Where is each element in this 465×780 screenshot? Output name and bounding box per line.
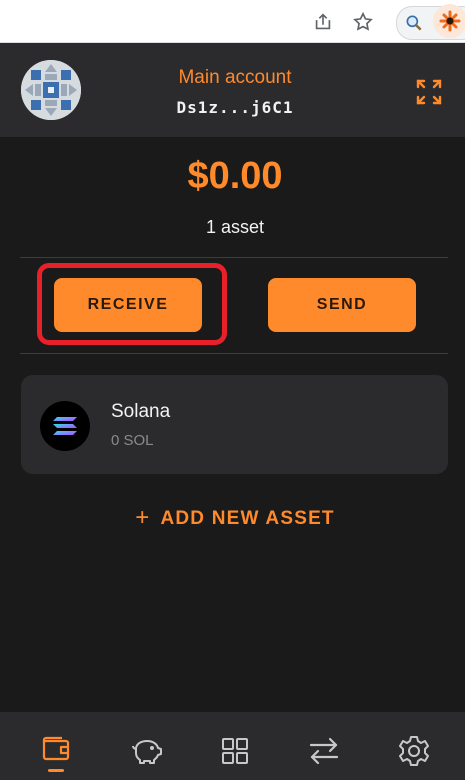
total-balance: $0.00 <box>187 155 283 197</box>
browser-toolbar <box>0 0 465 43</box>
magnifier-icon <box>406 15 422 31</box>
gear-icon[interactable] <box>397 734 431 768</box>
extension-logo-icon[interactable] <box>433 4 465 38</box>
piggy-bank-icon[interactable] <box>129 734 163 768</box>
account-address[interactable]: Ds1z...j6C1 <box>0 98 465 117</box>
send-button[interactable]: SEND <box>268 278 416 332</box>
asset-amount: 0 SOL <box>111 432 154 449</box>
add-new-asset-button[interactable]: + ADD NEW ASSET <box>0 503 465 531</box>
asset-name: Solana <box>111 401 171 422</box>
asset-row-solana[interactable]: Solana 0 SOL <box>21 375 448 474</box>
plus-icon: + <box>135 504 151 531</box>
expand-icon[interactable] <box>414 77 444 107</box>
asset-count: 1 asset <box>205 217 265 237</box>
swap-icon[interactable] <box>307 734 341 768</box>
wallet-icon[interactable] <box>39 732 73 766</box>
receive-button[interactable]: RECEIVE <box>54 278 202 332</box>
account-name[interactable]: Main account <box>0 67 465 89</box>
active-tab-indicator <box>48 769 64 772</box>
share-icon[interactable] <box>312 11 334 33</box>
bookmark-star-icon[interactable] <box>352 11 374 33</box>
account-header: Main account Ds1z...j6C1 <box>0 43 465 137</box>
solana-icon <box>40 401 90 451</box>
apps-grid-icon[interactable] <box>218 734 252 768</box>
divider <box>20 257 448 258</box>
bottom-navigation <box>0 712 465 780</box>
divider <box>20 353 448 354</box>
add-new-asset-label: ADD NEW ASSET <box>160 508 335 529</box>
